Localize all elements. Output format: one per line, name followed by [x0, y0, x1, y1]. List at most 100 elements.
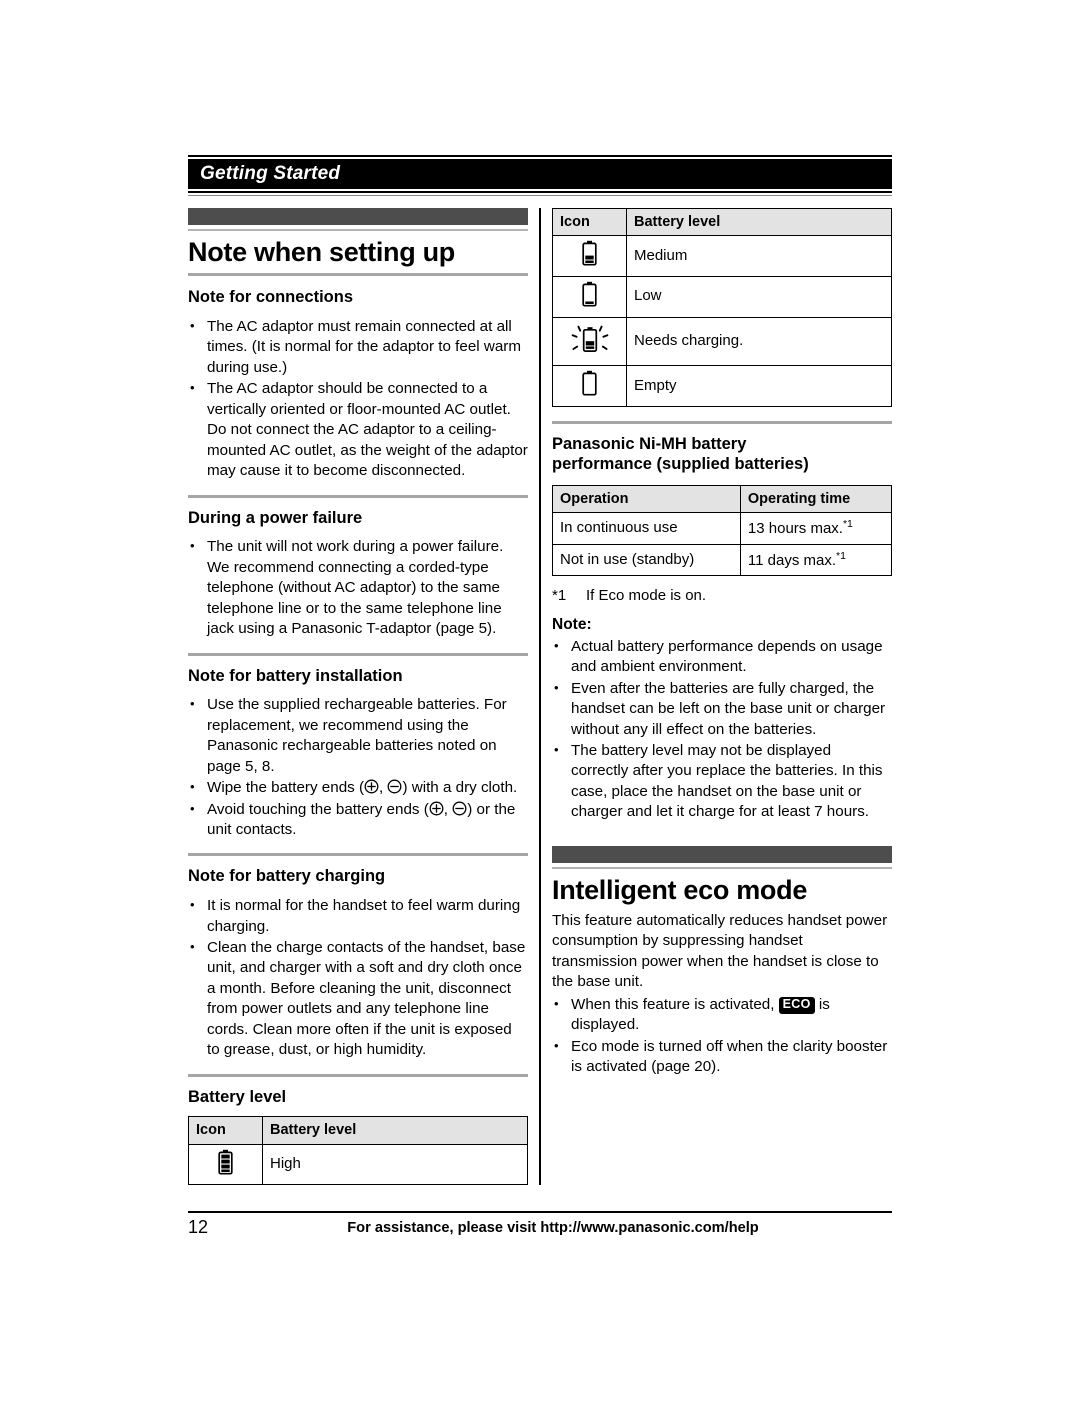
footnote-text: If Eco mode is on. — [586, 587, 707, 605]
list-item-text-pre: When this feature is activated, — [571, 995, 779, 1013]
battery-level-value: Empty — [626, 365, 892, 408]
battery-low-icon — [581, 281, 598, 313]
running-head-title: Getting Started — [200, 163, 341, 184]
column-header-icon: Icon — [188, 1116, 263, 1145]
table-row: Needs charging. — [552, 316, 892, 367]
plus-polarity-icon — [429, 801, 444, 816]
list-item-text-post: ) with a dry cloth. — [402, 779, 518, 797]
operating-time-value: 11 days max.*1 — [739, 543, 893, 577]
running-head-rule-bottom-1 — [188, 191, 892, 193]
list-item: It is normal for the handset to feel war… — [188, 895, 528, 937]
bullet-list-power-failure: The unit will not work during a power fa… — [188, 536, 528, 639]
battery-performance-table: Operation Operating time In continuous u… — [552, 484, 893, 577]
page-footer: 12 For assistance, please visit http://w… — [188, 1215, 892, 1243]
footnote-marker: *1 — [836, 549, 846, 562]
table-row: High — [188, 1143, 528, 1186]
list-item: Actual battery performance depends on us… — [552, 636, 892, 678]
minus-polarity-icon — [387, 779, 402, 794]
column-header-battery-level: Battery level — [262, 1116, 528, 1145]
battery-level-table-left: Icon Battery level High — [188, 1116, 528, 1186]
running-head-bar: Getting Started — [188, 159, 892, 189]
note-label: Note: — [552, 615, 592, 633]
footnote-marker: *1 — [842, 517, 853, 530]
list-item-text-mid: , — [443, 800, 453, 818]
list-item-text-pre: Avoid touching the battery ends ( — [207, 800, 429, 818]
bullet-list-battery-notes: Actual battery performance depends on us… — [552, 636, 892, 823]
battery-icon-cell — [552, 235, 627, 277]
operation-value: Not in use (standby) — [552, 543, 741, 577]
section-heading-battery-performance: Panasonic Ni-MH battery performance (sup… — [552, 435, 892, 475]
list-item: Eco mode is turned off when the clarity … — [552, 1036, 892, 1078]
battery-icon-cell — [552, 365, 627, 408]
column-header-operating-time: Operating time — [739, 484, 893, 513]
operating-time-value: 13 hours max.*1 — [739, 511, 893, 545]
table-header-row: Icon Battery level — [552, 207, 892, 237]
battery-level-value: Medium — [626, 235, 892, 277]
battery-needs-charging-icon — [571, 322, 609, 362]
table-row: In continuous use 13 hours max.*1 — [552, 511, 893, 545]
column-header-battery-level: Battery level — [626, 207, 892, 237]
page-title-eco: Intelligent eco mode — [552, 874, 808, 905]
chapter-bar — [552, 845, 892, 863]
section-heading-note-for-battery-installation: Note for battery installation — [188, 666, 403, 685]
battery-level-table-right: Icon Battery level Medium Low Needs char… — [552, 207, 892, 408]
bullet-list-eco: When this feature is activated, ECO is d… — [552, 994, 892, 1078]
battery-level-value: High — [262, 1143, 528, 1186]
assistance-text: For assistance, please visit http://www.… — [347, 1220, 759, 1236]
operation-value: In continuous use — [552, 511, 741, 545]
minus-polarity-icon — [452, 801, 467, 816]
section-heading-line-2: performance (supplied batteries) — [552, 454, 809, 473]
list-item: Even after the batteries are fully charg… — [552, 678, 892, 740]
table-row: Medium — [552, 235, 892, 277]
footnote-mark: *1 — [552, 587, 567, 605]
section-heading-note-for-connections: Note for connections — [188, 288, 354, 307]
list-item: Clean the charge contacts of the handset… — [188, 937, 528, 1061]
section-divider — [188, 853, 528, 857]
list-item: When this feature is activated, ECO is d… — [552, 994, 892, 1036]
column-header-operation: Operation — [552, 484, 741, 513]
column-divider — [528, 208, 552, 1186]
column-header-icon: Icon — [552, 207, 627, 237]
battery-icon-cell — [552, 275, 627, 318]
page-title: Note when setting up — [188, 237, 455, 267]
left-column: Note when setting up Note for connection… — [188, 208, 528, 1186]
bullet-list-battery-charging: It is normal for the handset to feel war… — [188, 895, 528, 1061]
battery-medium-icon — [581, 240, 598, 272]
section-divider — [188, 652, 528, 656]
eco-badge: ECO — [778, 996, 815, 1014]
table-header-row: Icon Battery level — [188, 1116, 528, 1145]
battery-level-value: Needs charging. — [626, 316, 892, 367]
battery-icon-cell — [188, 1143, 263, 1186]
section-divider — [188, 1073, 528, 1077]
section-heading-battery-level: Battery level — [188, 1087, 287, 1106]
chapter-bar-underline — [188, 229, 528, 231]
list-item: The unit will not work during a power fa… — [188, 536, 528, 639]
battery-high-icon — [217, 1149, 234, 1181]
table-row: Low — [552, 275, 892, 318]
operating-time-text: 13 hours max. — [747, 519, 843, 537]
plus-polarity-icon — [364, 779, 379, 794]
list-item: The battery level may not be displayed c… — [552, 740, 892, 823]
section-divider — [552, 421, 892, 425]
running-head: Getting Started — [188, 155, 892, 196]
list-item: The AC adaptor should be connected to a … — [188, 378, 528, 481]
footnote: *1 If Eco mode is on. — [552, 586, 892, 606]
battery-icon-cell — [552, 316, 627, 367]
list-item: Use the supplied rechargeable batteries.… — [188, 694, 528, 777]
section-heading-note-for-battery-charging: Note for battery charging — [188, 867, 386, 886]
running-head-rule-bottom-2 — [188, 195, 892, 196]
right-column: Icon Battery level Medium Low Needs char… — [552, 207, 893, 1185]
manual-page: Getting Started Note when setting up Not… — [188, 155, 893, 1186]
eco-intro-paragraph: This feature automatically reduces hands… — [552, 912, 888, 991]
list-item: The AC adaptor must remain connected at … — [188, 316, 528, 378]
battery-empty-icon — [581, 370, 598, 402]
table-header-row: Operation Operating time — [552, 484, 893, 513]
footer-rule — [188, 1211, 892, 1213]
bullet-list-connections: The AC adaptor must remain connected at … — [188, 316, 528, 482]
chapter-bar-underline — [552, 866, 892, 869]
section-heading-line-1: Panasonic Ni-MH battery — [552, 435, 747, 454]
chapter-bar — [188, 208, 528, 225]
list-item: Avoid touching the battery ends (, ) or … — [188, 799, 528, 841]
chapter-title-rule — [188, 273, 528, 277]
table-row: Not in use (standby) 11 days max.*1 — [552, 543, 893, 577]
